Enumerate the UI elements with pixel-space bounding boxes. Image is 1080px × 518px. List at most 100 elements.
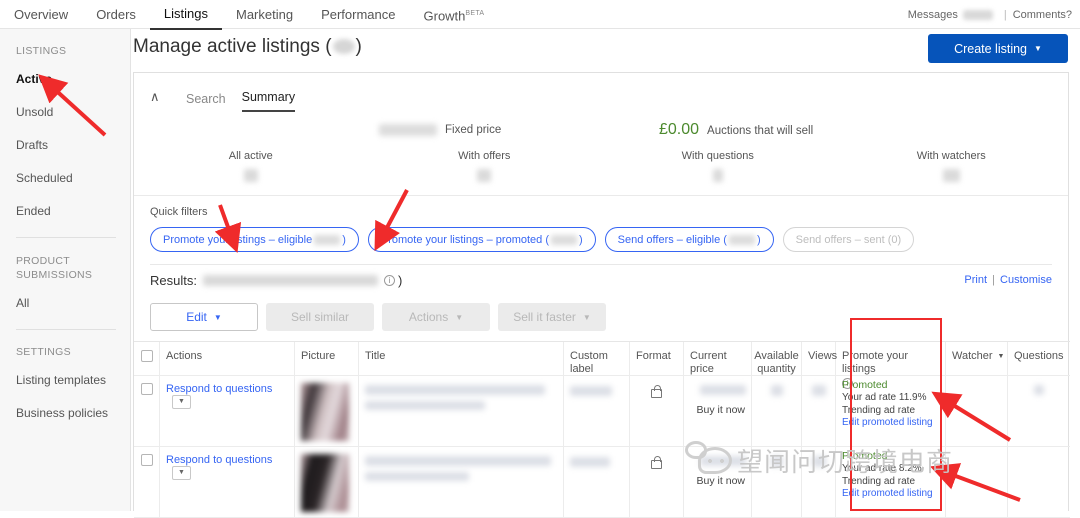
- chevron-up-icon[interactable]: ∧: [150, 82, 170, 112]
- top-nav-label: Orders: [96, 7, 136, 22]
- stat-all-active: All active: [134, 150, 368, 195]
- top-nav-item-orders[interactable]: Orders: [82, 0, 150, 29]
- sidebar-item-unsold[interactable]: Unsold: [16, 105, 130, 119]
- results-value-redacted: [203, 275, 378, 286]
- row-picture-cell[interactable]: [295, 447, 359, 517]
- links-separator: |: [992, 274, 995, 286]
- comments-link[interactable]: Comments?: [1013, 9, 1072, 21]
- tab-summary[interactable]: Summary: [242, 90, 295, 112]
- row-actions-dropdown-button[interactable]: ▼: [172, 466, 191, 480]
- tab-search[interactable]: Search: [186, 92, 226, 112]
- page-title-suffix: ): [356, 36, 362, 57]
- print-customise-links: Print | Customise: [964, 274, 1052, 286]
- listing-thumbnail[interactable]: [301, 454, 349, 512]
- stat-label: All active: [134, 150, 368, 162]
- row-select-cell[interactable]: [134, 376, 160, 446]
- chevron-down-icon: ▼: [583, 313, 591, 322]
- sidebar-item-label: Active: [16, 72, 52, 86]
- stat-value-redacted: [943, 169, 960, 182]
- table-header-title: Title: [359, 342, 564, 375]
- row-promote-cell: Promoted Your ad rate 8.2% Trending ad r…: [836, 447, 946, 517]
- page-title-prefix: Manage active listings (: [133, 36, 332, 57]
- sell-similar-label: Sell similar: [291, 310, 349, 324]
- table-header-format: Format: [630, 342, 684, 375]
- top-nav-label: Growth: [424, 8, 466, 23]
- sidebar-item-all[interactable]: All: [16, 296, 130, 310]
- questions-redacted: [1034, 385, 1044, 395]
- sidebar-item-business-policies[interactable]: Business policies: [16, 406, 130, 420]
- column-label: Actions: [166, 350, 202, 363]
- table-header-questions: Questions: [1008, 342, 1070, 375]
- print-link[interactable]: Print: [964, 274, 987, 286]
- listing-title-redacted: [365, 456, 551, 466]
- table-header-picture: Picture: [295, 342, 359, 375]
- table-header-available-quantity: Available quantity: [752, 342, 802, 375]
- views-redacted: [812, 385, 826, 396]
- chip-suffix: ): [757, 234, 761, 246]
- table-row: Respond to questions ▼ Buy it now Promot…: [134, 447, 1070, 518]
- listing-title-redacted: [365, 385, 545, 395]
- respond-to-questions-link[interactable]: Respond to questions: [166, 454, 272, 466]
- respond-to-questions-link[interactable]: Respond to questions: [166, 383, 272, 395]
- top-nav-label: Performance: [321, 7, 395, 22]
- chip-promote-eligible[interactable]: Promote your listings – eligible ): [150, 227, 359, 252]
- tab-label: Summary: [242, 90, 295, 104]
- chip-label: Send offers – eligible (: [618, 234, 727, 246]
- info-icon[interactable]: i: [384, 275, 395, 286]
- chevron-down-icon: ▼: [998, 350, 1005, 363]
- row-watcher-cell: [946, 447, 1008, 517]
- create-listing-button[interactable]: Create listing ▼: [928, 34, 1068, 63]
- sidebar-item-drafts[interactable]: Drafts: [16, 138, 130, 152]
- edit-promoted-listing-link[interactable]: Edit promoted listing: [842, 488, 939, 499]
- row-select-cell[interactable]: [134, 447, 160, 517]
- table-header-select-all[interactable]: [134, 342, 160, 375]
- tab-label: Search: [186, 92, 226, 106]
- row-current-price-cell: Buy it now: [684, 447, 752, 517]
- quantity-redacted: [771, 385, 783, 396]
- row-checkbox[interactable]: [141, 383, 153, 395]
- quantity-redacted: [771, 456, 783, 467]
- row-actions-cell: Respond to questions ▼: [160, 447, 295, 517]
- sidebar-item-active[interactable]: Active: [16, 72, 130, 86]
- table-row: Respond to questions ▼ Buy it now Promot…: [134, 376, 1070, 447]
- top-nav-item-performance[interactable]: Performance: [307, 0, 409, 29]
- sidebar-group-title-settings: SETTINGS: [16, 346, 130, 359]
- row-quantity-cell: [752, 447, 802, 517]
- stat-label: With watchers: [835, 150, 1069, 162]
- table-header-watcher[interactable]: Watcher ▼: [946, 342, 1008, 375]
- row-checkbox[interactable]: [141, 454, 153, 466]
- chip-promote-promoted[interactable]: Promote your listings – promoted ( ): [368, 227, 596, 252]
- edit-button[interactable]: Edit ▼: [150, 303, 258, 331]
- select-all-checkbox[interactable]: [141, 350, 153, 362]
- top-nav-item-growth[interactable]: GrowthBETA: [410, 0, 499, 30]
- chip-send-offers-eligible[interactable]: Send offers – eligible ( ): [605, 227, 774, 252]
- row-picture-cell[interactable]: [295, 376, 359, 446]
- top-nav-item-overview[interactable]: Overview: [14, 0, 82, 29]
- stat-label: With questions: [601, 150, 835, 162]
- row-format-cell: [630, 376, 684, 446]
- customise-link[interactable]: Customise: [1000, 274, 1052, 286]
- row-views-cell: [802, 376, 836, 446]
- row-actions-dropdown-button[interactable]: ▼: [172, 395, 191, 409]
- results-summary: Results: i ): [150, 273, 1052, 288]
- price-redacted: [700, 385, 746, 395]
- top-nav-item-listings[interactable]: Listings: [150, 0, 222, 30]
- sidebar-item-ended[interactable]: Ended: [16, 204, 130, 218]
- card-tab-bar: ∧ Search Summary: [134, 73, 1068, 112]
- edit-promoted-listing-link[interactable]: Edit promoted listing: [842, 417, 939, 428]
- column-label: Views: [808, 350, 837, 363]
- trending-ad-rate: Trending ad rate: [842, 404, 939, 417]
- row-format-cell: [630, 447, 684, 517]
- sidebar-item-scheduled[interactable]: Scheduled: [16, 171, 130, 185]
- messages-link[interactable]: Messages: [908, 9, 958, 21]
- top-nav-item-marketing[interactable]: Marketing: [222, 0, 307, 29]
- listing-thumbnail[interactable]: [301, 383, 349, 441]
- chip-count-redacted: [551, 235, 577, 245]
- top-nav-label: Overview: [14, 7, 68, 22]
- quick-filters-section: Quick filters Promote your listings – el…: [134, 196, 1068, 252]
- chip-suffix: ): [342, 234, 346, 246]
- sidebar-item-listing-templates[interactable]: Listing templates: [16, 373, 130, 387]
- stat-label: With offers: [368, 150, 602, 162]
- row-custom-label-cell: [564, 376, 630, 446]
- top-navigation-bar: Overview Orders Listings Marketing Perfo…: [0, 0, 1080, 29]
